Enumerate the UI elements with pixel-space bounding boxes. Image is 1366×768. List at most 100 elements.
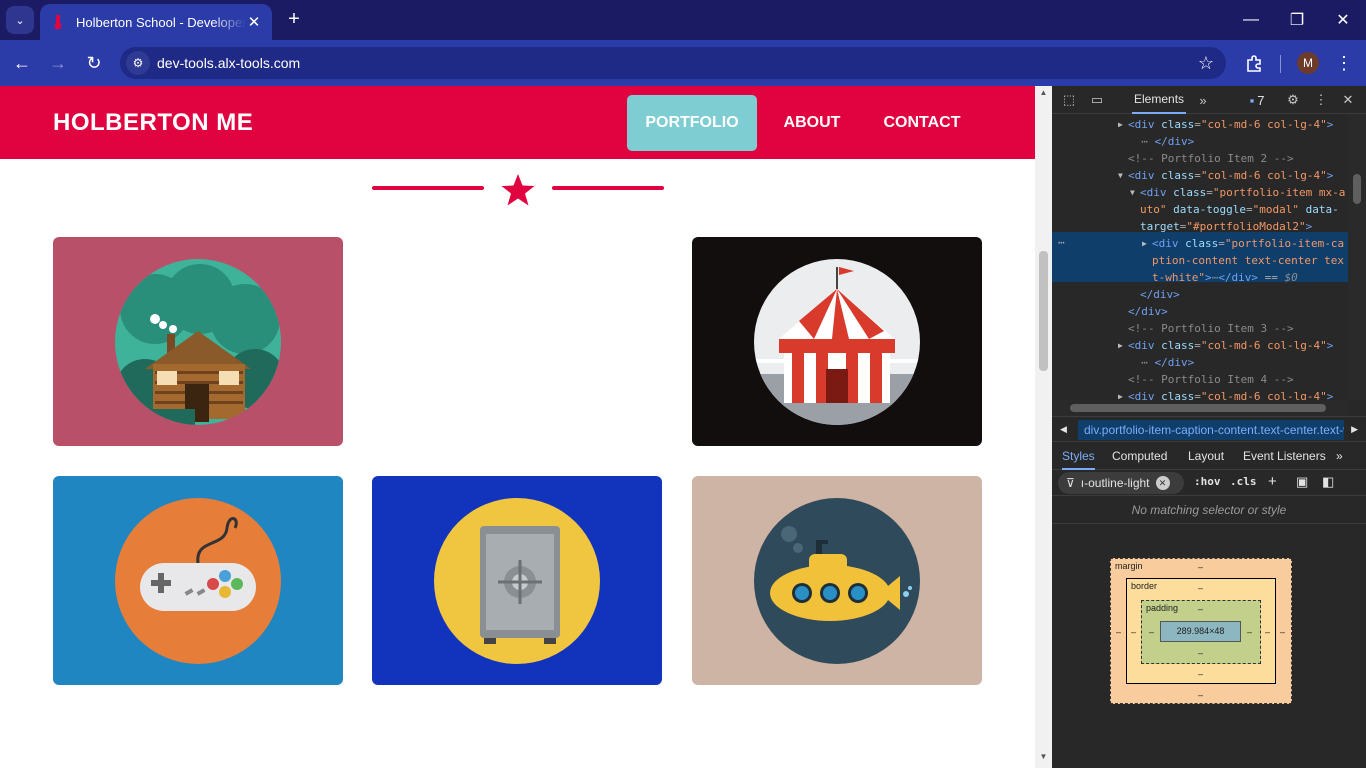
- breadcrumb-left-icon[interactable]: ◀: [1060, 424, 1067, 435]
- nav-about[interactable]: ABOUT: [770, 95, 854, 151]
- address-bar[interactable]: ⚙ dev-tools.alx-tools.com ☆: [120, 47, 1226, 79]
- clear-filter-icon[interactable]: ✕: [1155, 476, 1170, 490]
- page-scroll-thumb[interactable]: [1039, 251, 1048, 371]
- back-icon[interactable]: ←: [10, 51, 34, 75]
- dom-node-line[interactable]: <!-- Portfolio Item 2 -->: [1128, 150, 1294, 167]
- dom-node-line[interactable]: target="#portfolioModal2">: [1140, 218, 1312, 235]
- collapse-node-icon[interactable]: ▼: [1118, 167, 1123, 184]
- scroll-down-icon[interactable]: ▼: [1035, 752, 1052, 766]
- expand-node-icon[interactable]: ▶: [1118, 337, 1123, 354]
- breadcrumb-item[interactable]: div.portfolio-item-caption-content.text-…: [1078, 420, 1344, 440]
- holberton-favicon-icon: [50, 14, 66, 30]
- dom-node-line[interactable]: <!-- Portfolio Item 4 -->: [1128, 371, 1294, 388]
- cls-toggle[interactable]: .cls: [1230, 475, 1257, 488]
- devtools-toolbar: ⬚ ▭ Elements » ▪ 7 ⚙ ⋮ ✕: [1052, 86, 1366, 114]
- expand-node-icon[interactable]: ▶: [1142, 235, 1147, 252]
- profile-avatar[interactable]: M: [1297, 52, 1319, 74]
- devtools-panel: ⬚ ▭ Elements » ▪ 7 ⚙ ⋮ ✕ ⋯ <div class="co…: [1052, 86, 1366, 768]
- padding-bottom-value: –: [1198, 648, 1204, 658]
- dom-node-line[interactable]: ⋯ </div>: [1128, 133, 1194, 150]
- forward-icon[interactable]: →: [46, 51, 70, 75]
- no-match-message: No matching selector or style: [1052, 496, 1366, 524]
- dom-hscrollbar[interactable]: [1052, 400, 1348, 416]
- box-model-content[interactable]: 289.984×48: [1160, 621, 1241, 642]
- page-scrollbar[interactable]: ▲ ▼: [1035, 86, 1052, 768]
- more-style-tabs-icon[interactable]: »: [1336, 442, 1343, 470]
- scroll-up-icon[interactable]: ▲: [1035, 88, 1052, 102]
- dom-node-line[interactable]: uto" data-toggle="modal" data-: [1140, 201, 1339, 218]
- dom-node-line[interactable]: <div class="portfolio-item-ca: [1152, 235, 1344, 252]
- collapse-node-icon[interactable]: ▼: [1130, 184, 1135, 201]
- dom-node-line[interactable]: <div class="portfolio-item mx-a: [1140, 184, 1345, 201]
- expand-node-icon[interactable]: ▶: [1118, 388, 1123, 400]
- close-window-icon[interactable]: ✕: [1320, 0, 1366, 40]
- margin-label: margin: [1115, 561, 1143, 571]
- reload-icon[interactable]: ↻: [82, 51, 106, 75]
- portfolio-item-cabin[interactable]: [53, 237, 343, 446]
- nav-contact[interactable]: CONTACT: [868, 95, 976, 151]
- settings-gear-icon[interactable]: ⚙: [1284, 91, 1302, 109]
- site-brand[interactable]: HOLBERTON ME: [53, 109, 253, 137]
- issues-badge[interactable]: ▪ 7: [1242, 91, 1272, 109]
- devtools-menu-icon[interactable]: ⋮: [1312, 91, 1330, 109]
- filter-text: ı-outline-light: [1080, 476, 1150, 490]
- portfolio-item-safe[interactable]: [372, 476, 662, 685]
- dom-node-line[interactable]: ⋯ </div>: [1128, 354, 1194, 371]
- restore-icon[interactable]: ❐: [1274, 0, 1320, 40]
- dom-node-line[interactable]: <div class="col-md-6 col-lg-4">: [1128, 337, 1333, 354]
- kebab-menu-icon[interactable]: ⋮: [1332, 51, 1356, 75]
- tab-event-listeners[interactable]: Event Listeners: [1243, 442, 1326, 470]
- tab-computed[interactable]: Computed: [1112, 442, 1167, 470]
- portfolio-item-submarine[interactable]: [692, 476, 982, 685]
- dom-node-line[interactable]: <div class="col-md-6 col-lg-4">: [1128, 116, 1333, 133]
- margin-top-value: –: [1198, 562, 1204, 572]
- dom-node-line[interactable]: <div class="col-md-6 col-lg-4">: [1128, 167, 1333, 184]
- tab-styles[interactable]: Styles: [1062, 442, 1095, 470]
- bookmark-star-icon[interactable]: ☆: [1198, 53, 1214, 74]
- toggle-sidebar-icon[interactable]: ◧: [1322, 474, 1334, 490]
- dom-node-line[interactable]: </div>: [1140, 286, 1180, 303]
- node-actions-icon[interactable]: ⋯: [1058, 234, 1065, 251]
- tab-elements[interactable]: Elements: [1132, 86, 1187, 114]
- styles-filter-input[interactable]: ⊽ ı-outline-light ✕: [1058, 472, 1184, 494]
- game-controller-icon: [115, 498, 281, 664]
- dom-tree[interactable]: ⋯ <div class="col-md-6 col-lg-4"> ▶ ⋯ </d…: [1052, 114, 1348, 400]
- portfolio-item-circus-tent[interactable]: [692, 237, 982, 446]
- device-toolbar-icon[interactable]: ▭: [1088, 91, 1106, 109]
- padding-top-value: –: [1198, 604, 1204, 614]
- border-left-value: –: [1131, 627, 1137, 637]
- dom-node-line[interactable]: ption-content text-center tex: [1152, 252, 1344, 269]
- close-devtools-icon[interactable]: ✕: [1339, 91, 1357, 109]
- dom-node-line[interactable]: t-white">⋯</div> == $0: [1152, 269, 1298, 286]
- dom-scroll-thumb[interactable]: [1353, 174, 1361, 204]
- inspect-element-icon[interactable]: ⬚: [1060, 91, 1078, 109]
- safe-icon: [434, 498, 600, 664]
- dom-node-line[interactable]: <!-- Portfolio Item 3 -->: [1128, 320, 1294, 337]
- browser-tab[interactable]: Holberton School - Developer t ✕: [40, 4, 272, 40]
- site-info-icon[interactable]: ⚙: [126, 51, 150, 75]
- tab-layout[interactable]: Layout: [1188, 442, 1224, 470]
- border-right-value: –: [1265, 627, 1271, 637]
- tab-title: Holberton School - Developer t: [76, 14, 246, 30]
- margin-bottom-value: –: [1198, 690, 1204, 700]
- dom-node-line[interactable]: <div class="col-md-6 col-lg-4">: [1128, 388, 1333, 400]
- tab-search-button[interactable]: ⌄: [6, 6, 34, 34]
- minimize-icon[interactable]: —: [1228, 0, 1274, 40]
- element-state-icon[interactable]: ▣: [1296, 474, 1308, 490]
- new-tab-button[interactable]: +: [282, 8, 306, 32]
- hov-toggle[interactable]: :hov: [1194, 475, 1221, 488]
- expand-node-icon[interactable]: ▶: [1118, 116, 1123, 133]
- portfolio-item-game-controller[interactable]: [53, 476, 343, 685]
- padding-left-value: –: [1149, 627, 1155, 637]
- dom-hscroll-thumb[interactable]: [1070, 404, 1326, 412]
- breadcrumb-right-icon[interactable]: ▶: [1351, 424, 1358, 435]
- extensions-icon[interactable]: [1242, 51, 1266, 75]
- close-tab-icon[interactable]: ✕: [246, 13, 262, 31]
- more-tabs-icon[interactable]: »: [1194, 91, 1212, 109]
- circus-tent-icon: [754, 259, 920, 425]
- divider-line-left: [372, 186, 484, 190]
- new-style-rule-icon[interactable]: +: [1268, 473, 1277, 490]
- nav-portfolio[interactable]: PORTFOLIO: [627, 95, 757, 151]
- dom-node-line[interactable]: </div>: [1128, 303, 1168, 320]
- dom-scrollbar[interactable]: [1348, 114, 1366, 400]
